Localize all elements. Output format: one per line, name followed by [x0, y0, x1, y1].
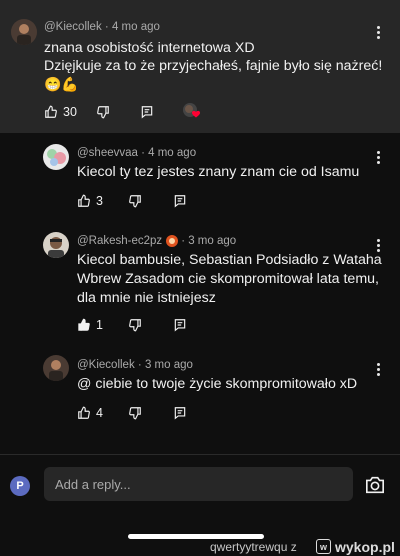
thumb-up-icon	[45, 105, 57, 118]
comment-meta: @sheevvaa · 4 mo ago	[77, 147, 197, 159]
comment-author[interactable]: @Rakesh-ec2pz	[77, 235, 162, 247]
reply-comment: @sheevvaa · 4 mo ago Kiecol ty tez jeste…	[0, 133, 400, 221]
reply-button[interactable]	[173, 191, 187, 211]
watermark-site: wykop.pl	[335, 538, 395, 555]
more-options-icon[interactable]	[370, 24, 386, 40]
user-avatar[interactable]: P	[10, 476, 30, 496]
dislike-button[interactable]	[96, 102, 110, 122]
camera-icon[interactable]	[364, 475, 386, 495]
wykop-logo-icon: w	[316, 539, 331, 554]
reply-button[interactable]	[173, 315, 187, 335]
comment-text-line: dla mnie nie istniejesz	[77, 290, 216, 306]
thumb-down-icon	[129, 407, 141, 420]
comment-meta: @Rakesh-ec2pz · 3 mo ago	[77, 235, 237, 247]
reply-comment: @Rakesh-ec2pz · 3 mo ago Kiecol bambusie…	[0, 221, 400, 341]
thumb-down-icon	[129, 319, 141, 332]
comment-time: 4 mo ago	[148, 147, 197, 159]
thumb-up-icon	[78, 194, 90, 207]
like-count: 3	[96, 194, 103, 208]
comment-text-line: Wbrew Zasadom cie skompromitował lata te…	[77, 271, 379, 287]
member-badge-icon	[166, 235, 179, 247]
comment-text-line: Dzięjkuje za to że przyjechałeś, fajnie …	[44, 58, 383, 74]
watermark-logo: w wykop.pl	[316, 537, 395, 556]
avatar[interactable]	[11, 19, 37, 45]
reply-comment: @Kiecollek · 3 mo ago @ ciebie to twoje …	[0, 341, 400, 451]
reply-composer: P	[0, 454, 400, 514]
comment-author[interactable]: @Kiecollek	[77, 359, 135, 371]
thumb-up-icon	[78, 406, 90, 419]
like-count: 30	[63, 105, 77, 119]
comment-meta: @Kiecollek · 3 mo ago	[77, 359, 193, 371]
like-button[interactable]: 3	[77, 191, 103, 211]
watermark-user: qwertyytrewqu z	[210, 539, 297, 554]
like-button[interactable]: 4	[77, 403, 103, 423]
comment-text-line: znana osobistość internetowa XD	[44, 40, 255, 56]
like-count: 1	[96, 318, 103, 332]
comment-time: 3 mo ago	[188, 235, 237, 247]
thumb-down-icon	[129, 195, 141, 208]
thumb-down-icon	[97, 106, 109, 119]
like-button[interactable]: 30	[44, 102, 77, 122]
comment-text-line: Kiecol ty tez jestes znany znam cie od I…	[77, 164, 360, 180]
creator-heart-badge	[181, 101, 203, 121]
reply-button[interactable]	[140, 102, 154, 122]
reply-icon	[174, 319, 186, 332]
comment-author[interactable]: @sheevvaa	[77, 147, 138, 159]
reply-icon	[174, 195, 186, 208]
like-button[interactable]: 1	[77, 315, 103, 335]
reply-icon	[141, 106, 153, 119]
more-options-icon[interactable]	[370, 361, 386, 377]
comment-time: 3 mo ago	[144, 359, 193, 371]
reply-icon	[174, 407, 186, 420]
comment-time: 4 mo ago	[111, 21, 160, 33]
comment-text-line: Kiecol bambusie, Sebastian Podsiadło z W…	[77, 252, 382, 268]
comment-meta: @Kiecollek · 4 mo ago	[44, 21, 160, 33]
comment-parent: @Kiecollek · 4 mo ago znana osobistość i…	[0, 0, 400, 133]
more-options-icon[interactable]	[370, 149, 386, 165]
reply-input[interactable]	[44, 467, 353, 501]
comment-emoji: 😁💪	[44, 76, 79, 92]
dislike-button[interactable]	[128, 403, 142, 423]
thumb-up-filled-icon	[78, 318, 90, 331]
avatar[interactable]	[43, 355, 69, 381]
creator-heart-icon	[183, 103, 201, 118]
comment-text-line: @ ciebie to twoje życie skompromitowało …	[77, 376, 358, 392]
avatar[interactable]	[43, 232, 69, 258]
reply-button[interactable]	[173, 403, 187, 423]
avatar[interactable]	[43, 144, 69, 170]
like-count: 4	[96, 406, 103, 420]
comment-author[interactable]: @Kiecollek	[44, 21, 102, 33]
dislike-button[interactable]	[128, 191, 142, 211]
dislike-button[interactable]	[128, 315, 142, 335]
